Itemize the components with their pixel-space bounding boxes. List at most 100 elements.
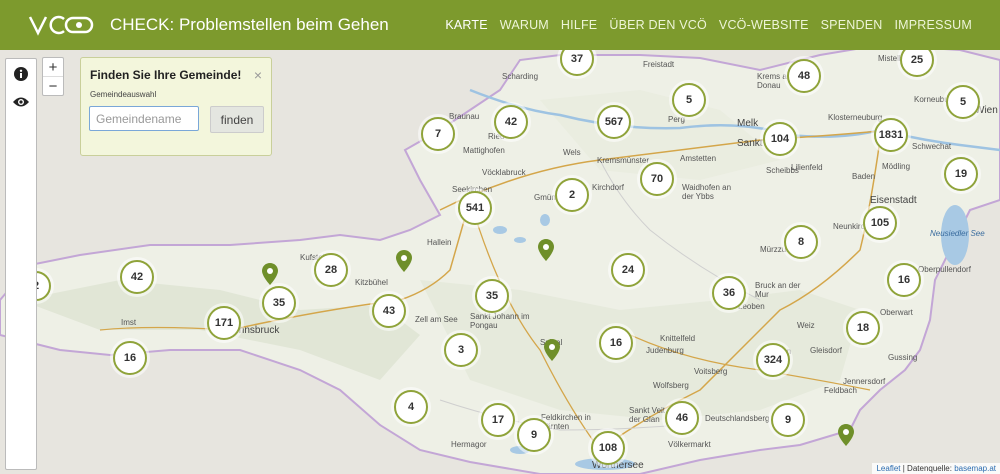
- zoom-out-button[interactable]: −: [43, 76, 63, 95]
- municipality-search-panel: Finden Sie Ihre Gemeinde! × Gemeindeausw…: [80, 57, 272, 156]
- place-label: Baden: [852, 172, 876, 181]
- place-label: Feldbach: [824, 386, 857, 395]
- map-pin-icon[interactable]: [262, 263, 278, 285]
- place-label: Melk: [737, 118, 759, 129]
- map-pin-icon[interactable]: [396, 250, 412, 272]
- place-label: Weiz: [797, 321, 815, 330]
- place-label: Kirchdorf: [592, 183, 625, 192]
- cluster-marker[interactable]: 24: [611, 253, 645, 287]
- find-button[interactable]: finden: [210, 106, 264, 133]
- place-label: Mödling: [882, 162, 911, 171]
- nav-spenden[interactable]: SPENDEN: [821, 18, 883, 32]
- place-label: Oberpullendorf: [918, 265, 971, 274]
- nav-ueber-den-vco[interactable]: ÜBER DEN VCÖ: [609, 18, 707, 32]
- cluster-marker[interactable]: 5: [672, 83, 706, 117]
- place-label: Hallein: [427, 238, 452, 247]
- cluster-marker[interactable]: 171: [207, 306, 241, 340]
- map-sidebar: [5, 58, 37, 470]
- cluster-marker[interactable]: 541: [458, 191, 492, 225]
- cluster-marker[interactable]: 19: [944, 157, 978, 191]
- app-title: CHECK: Problemstellen beim Gehen: [110, 15, 389, 34]
- place-label: Vöcklabruck: [482, 168, 526, 177]
- cluster-marker[interactable]: 16: [113, 341, 147, 375]
- place-label: Kitzbühel: [355, 278, 388, 287]
- cluster-marker[interactable]: 18: [846, 311, 880, 345]
- cluster-marker[interactable]: 7: [421, 117, 455, 151]
- nav-hilfe[interactable]: HILFE: [561, 18, 597, 32]
- place-label: Judenburg: [646, 346, 684, 355]
- cluster-marker[interactable]: 4: [394, 390, 428, 424]
- cluster-marker[interactable]: 3: [444, 333, 478, 367]
- map-attribution: Leaflet | Datenquelle: basemap.at: [872, 463, 1000, 474]
- map-pin-icon[interactable]: [538, 239, 554, 261]
- place-label: Imst: [121, 318, 137, 327]
- cluster-marker[interactable]: 16: [887, 263, 921, 297]
- cluster-marker[interactable]: 104: [763, 122, 797, 156]
- nav-warum[interactable]: WARUM: [500, 18, 549, 32]
- cluster-marker[interactable]: 1831: [874, 118, 908, 152]
- cluster-marker[interactable]: 28: [314, 253, 348, 287]
- place-label: Deutschlandsberg: [705, 414, 770, 423]
- zoom-in-button[interactable]: +: [43, 58, 63, 76]
- place-label: Hermagor: [451, 440, 487, 449]
- cluster-marker[interactable]: 567: [597, 105, 631, 139]
- leaflet-link[interactable]: Leaflet: [876, 464, 900, 473]
- place-label: Innsbruck: [236, 325, 280, 336]
- place-label: Völkermarkt: [668, 440, 711, 449]
- cluster-marker[interactable]: 42: [494, 105, 528, 139]
- place-label: Mattighofen: [463, 146, 505, 155]
- vco-logo[interactable]: [28, 12, 96, 38]
- nav-vco-website[interactable]: VCÖ-WEBSITE: [719, 18, 809, 32]
- panel-title: Finden Sie Ihre Gemeinde!: [90, 68, 242, 82]
- cluster-marker[interactable]: 48: [787, 59, 821, 93]
- place-label: Bruck an der Mur: [755, 281, 801, 299]
- cluster-marker[interactable]: 105: [863, 206, 897, 240]
- cluster-marker[interactable]: 36: [712, 276, 746, 310]
- place-label: Oberwart: [880, 308, 913, 317]
- basemap-link[interactable]: basemap.at: [954, 464, 996, 473]
- info-icon[interactable]: [10, 63, 32, 85]
- cluster-marker[interactable]: 108: [591, 431, 625, 465]
- cluster-marker[interactable]: 2: [555, 178, 589, 212]
- place-label: Sankt Johann im Pongau: [470, 312, 530, 330]
- place-label: Waidhofen an der Ybbs: [682, 183, 732, 201]
- map-pin-icon[interactable]: [838, 424, 854, 446]
- place-label: Perg: [668, 115, 685, 124]
- eye-icon[interactable]: [10, 91, 32, 113]
- map-pin-icon[interactable]: [544, 339, 560, 361]
- place-label: Zell am See: [415, 315, 458, 324]
- top-navigation-bar: CHECK: Problemstellen beim Gehen KARTE W…: [0, 0, 1000, 50]
- cluster-marker[interactable]: 16: [599, 326, 633, 360]
- attribution-text: | Datenquelle:: [900, 464, 955, 473]
- place-label: Schwechat: [912, 142, 952, 151]
- cluster-marker[interactable]: 324: [756, 343, 790, 377]
- place-label: Sankt: [737, 138, 763, 149]
- cluster-marker[interactable]: 42: [120, 260, 154, 294]
- place-label: Amstetten: [680, 154, 717, 163]
- place-label: Feldkirchen in Kärnten: [541, 413, 591, 431]
- place-label: Scharding: [502, 72, 539, 81]
- cluster-marker[interactable]: 9: [771, 403, 805, 437]
- cluster-marker[interactable]: 43: [372, 294, 406, 328]
- cluster-marker[interactable]: 70: [640, 162, 674, 196]
- close-icon[interactable]: ×: [254, 67, 262, 83]
- place-label: Gleisdorf: [810, 346, 843, 355]
- place-label: Wels: [563, 148, 581, 157]
- place-label: Scheibbs: [766, 166, 799, 175]
- cluster-marker[interactable]: 35: [475, 279, 509, 313]
- municipality-search-input[interactable]: [89, 106, 199, 131]
- place-label: Jennersdorf: [843, 377, 886, 386]
- nav-karte[interactable]: KARTE: [445, 18, 487, 32]
- cluster-marker[interactable]: 35: [262, 286, 296, 320]
- cluster-marker[interactable]: 8: [784, 225, 818, 259]
- cluster-marker[interactable]: 9: [517, 418, 551, 452]
- place-label: Knittelfeld: [660, 334, 696, 343]
- municipality-select-label: Gemeindeauswahl: [90, 90, 157, 99]
- nav-impressum[interactable]: IMPRESSUM: [894, 18, 972, 32]
- cluster-marker[interactable]: 46: [665, 401, 699, 435]
- place-label: Gussing: [888, 353, 918, 362]
- main-nav: KARTE WARUM HILFE ÜBER DEN VCÖ VCÖ-WEBSI…: [445, 18, 972, 32]
- cluster-marker[interactable]: 17: [481, 403, 515, 437]
- place-label: Neusiedler See: [930, 229, 985, 238]
- cluster-marker[interactable]: 5: [946, 85, 980, 119]
